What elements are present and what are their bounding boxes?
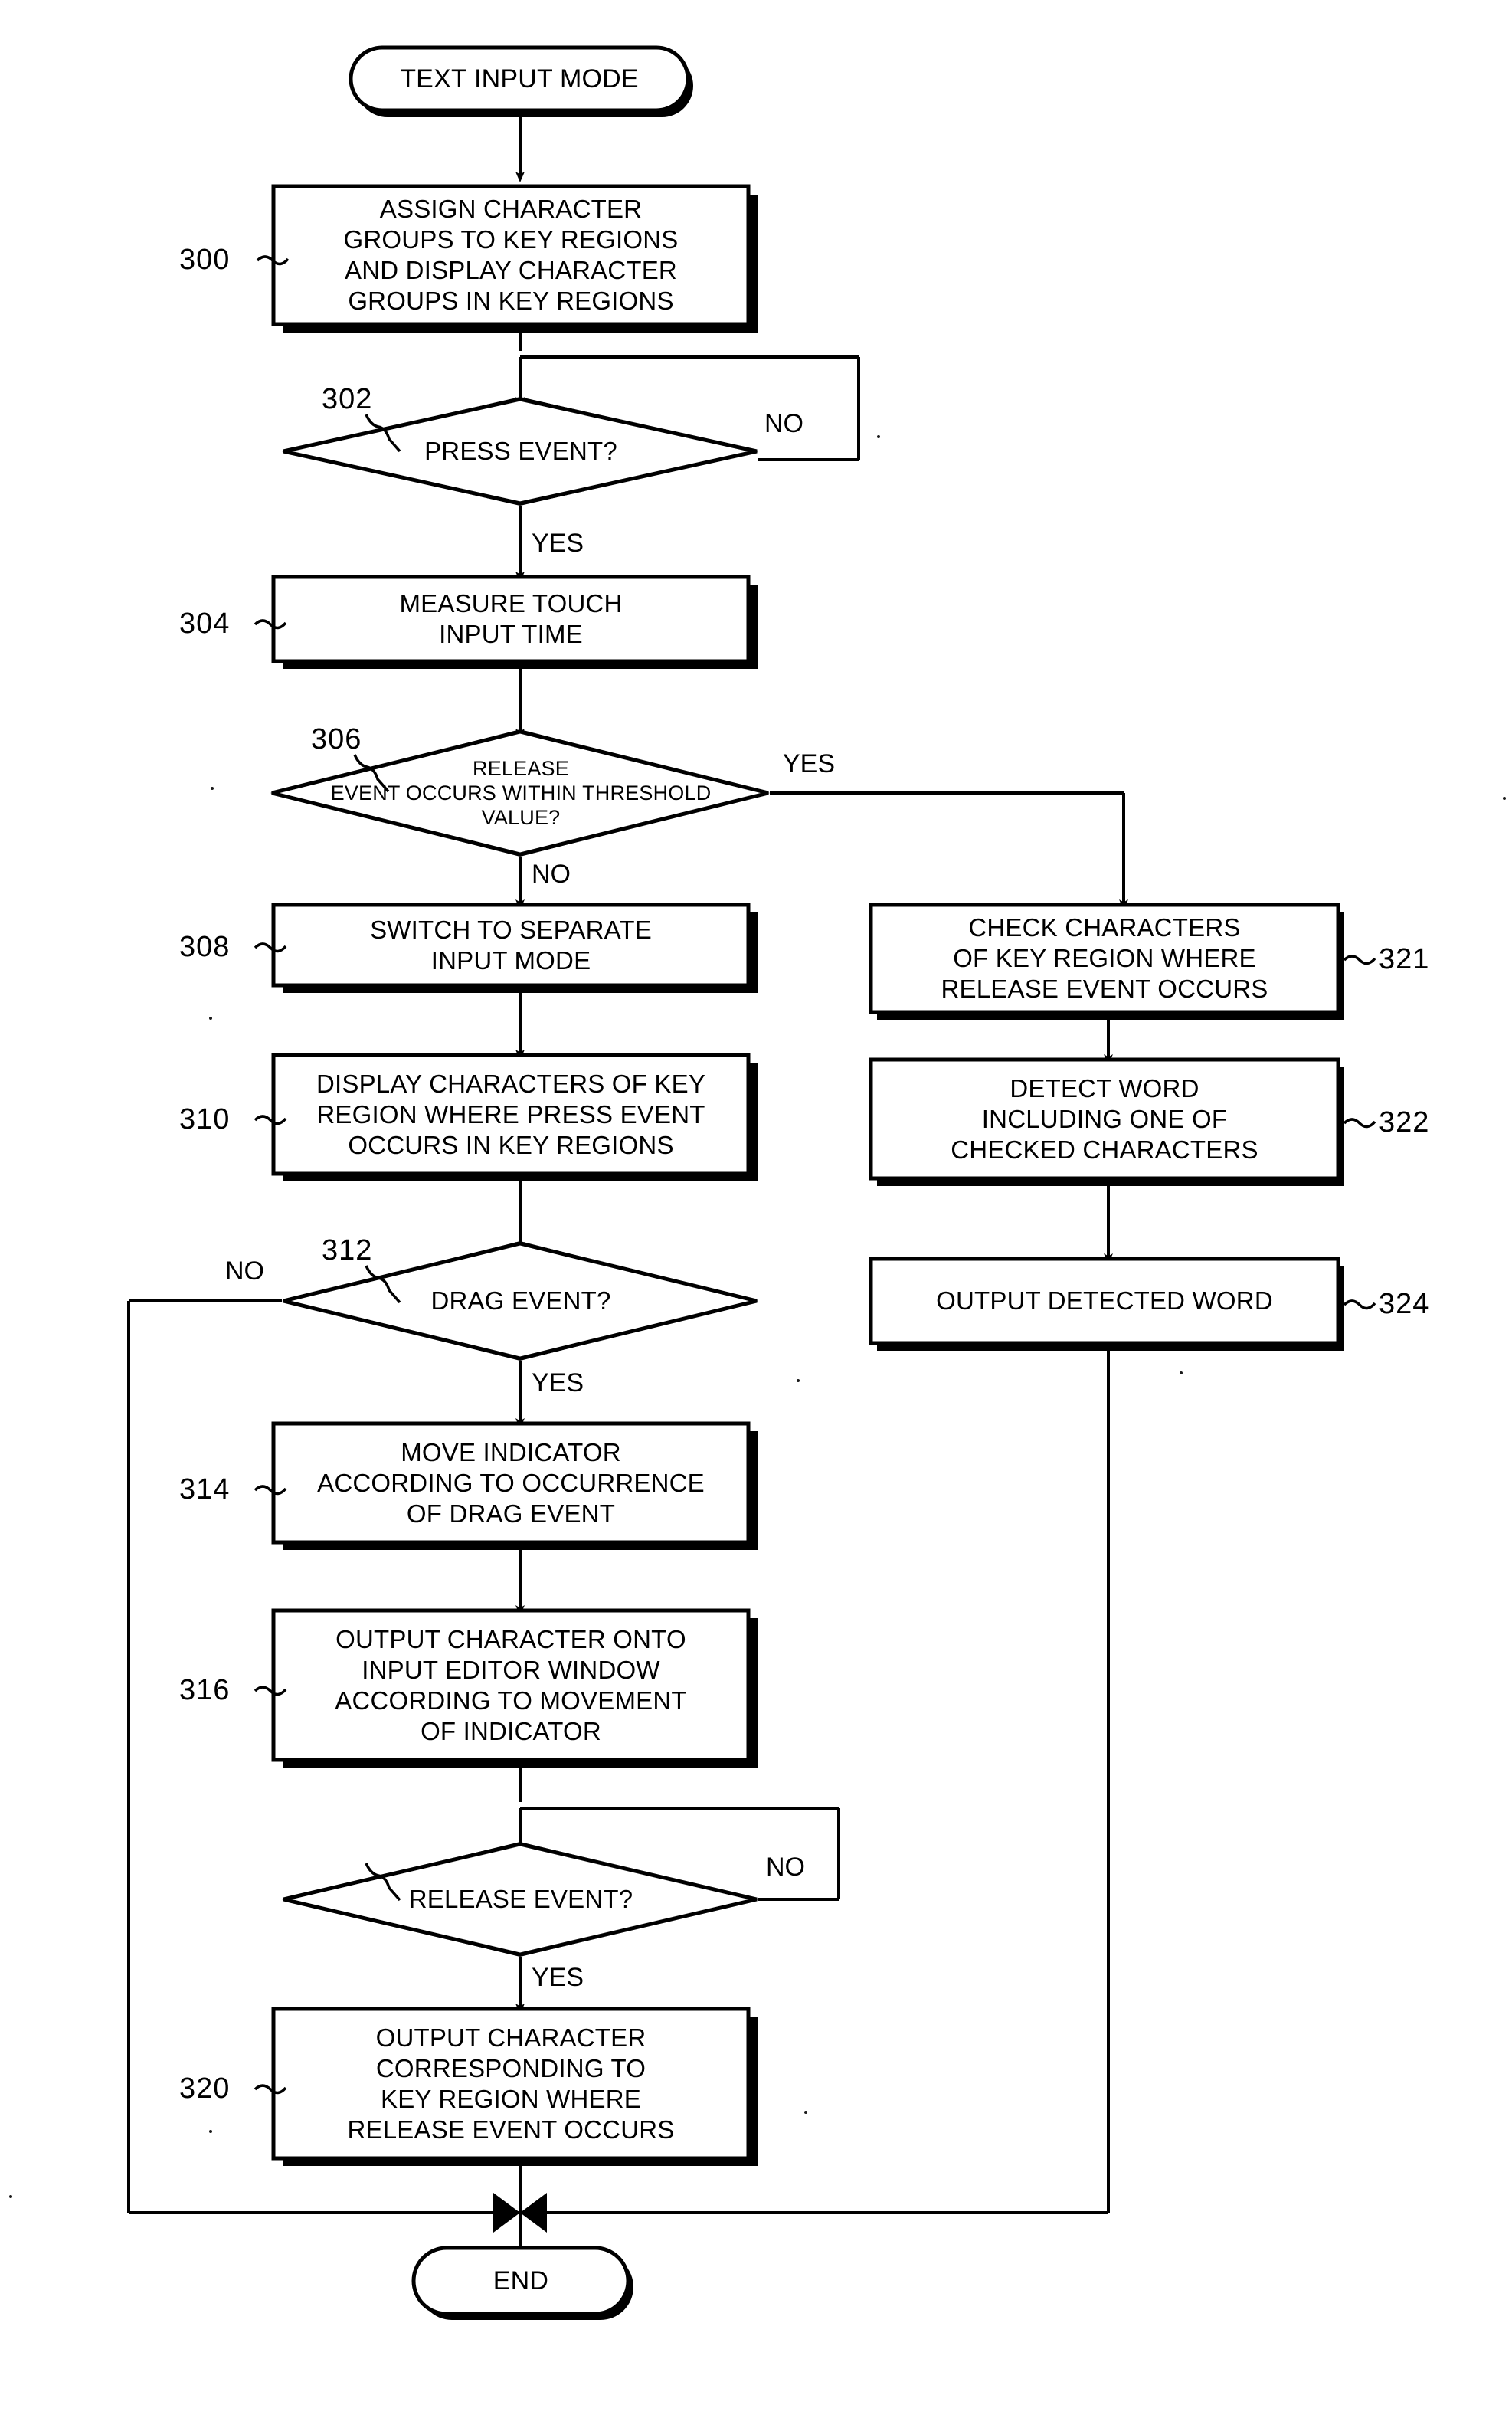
process-300-shape	[271, 184, 751, 326]
flowchart-graphics	[127, 45, 1376, 2320]
ref-number-302: 302	[322, 383, 373, 415]
ref-number-304: 304	[179, 608, 231, 640]
node-shadows	[283, 54, 1344, 2320]
ref-number-320: 320	[179, 2072, 231, 2105]
edge-label-312-no: NO	[225, 1257, 264, 1286]
ref-number-314: 314	[179, 1473, 231, 1506]
ref-number-308: 308	[179, 931, 231, 963]
edge-label-306-yes: YES	[783, 749, 836, 778]
process-320-shape	[271, 2007, 751, 2161]
edge-label-318-no: NO	[766, 1853, 805, 1882]
process-322-shape	[869, 1057, 1340, 1181]
ref-number-321: 321	[1379, 943, 1430, 975]
scan-speck	[1503, 797, 1506, 800]
process-321-shape	[869, 903, 1340, 1014]
leader-321	[1343, 955, 1376, 965]
ref-number-316: 316	[179, 1674, 231, 1706]
edge-label-302-no: NO	[764, 409, 803, 438]
leader-324	[1343, 1299, 1376, 1310]
decision-318-shape	[283, 1842, 758, 1957]
edge-label-318-yes: YES	[532, 1963, 584, 1992]
start-terminator-shape	[349, 45, 690, 113]
ref-number-306: 306	[311, 723, 362, 755]
end-terminator-shape	[411, 2246, 630, 2316]
scan-speck	[1180, 1371, 1183, 1374]
process-324-shape	[869, 1257, 1340, 1345]
scan-speck	[877, 435, 880, 438]
ref-number-312: 312	[322, 1234, 373, 1266]
scan-speck	[209, 1017, 212, 1020]
process-316-shape	[271, 1608, 751, 1762]
ref-number-300: 300	[179, 244, 231, 276]
ref-number-310: 310	[179, 1103, 231, 1135]
scan-speck	[9, 2195, 12, 2198]
scan-speck	[804, 2111, 807, 2114]
figure-canvas: TEXT INPUT MODE ASSIGN CHARACTER GROUPS …	[0, 0, 1512, 2418]
ref-number-322: 322	[1379, 1106, 1430, 1139]
process-308-shape	[271, 903, 751, 988]
ref-number-324: 324	[1379, 1288, 1430, 1320]
scan-speck	[211, 787, 214, 790]
leader-322	[1343, 1118, 1376, 1129]
process-314-shape	[271, 1421, 751, 1545]
process-310-shape	[271, 1053, 751, 1176]
edge-label-312-yes: YES	[532, 1368, 584, 1397]
scan-speck	[209, 2130, 212, 2133]
process-304-shape	[271, 575, 751, 663]
edge-label-306-no: NO	[532, 860, 571, 889]
edge-label-302-yes: YES	[532, 529, 584, 558]
scan-speck	[797, 1379, 800, 1382]
